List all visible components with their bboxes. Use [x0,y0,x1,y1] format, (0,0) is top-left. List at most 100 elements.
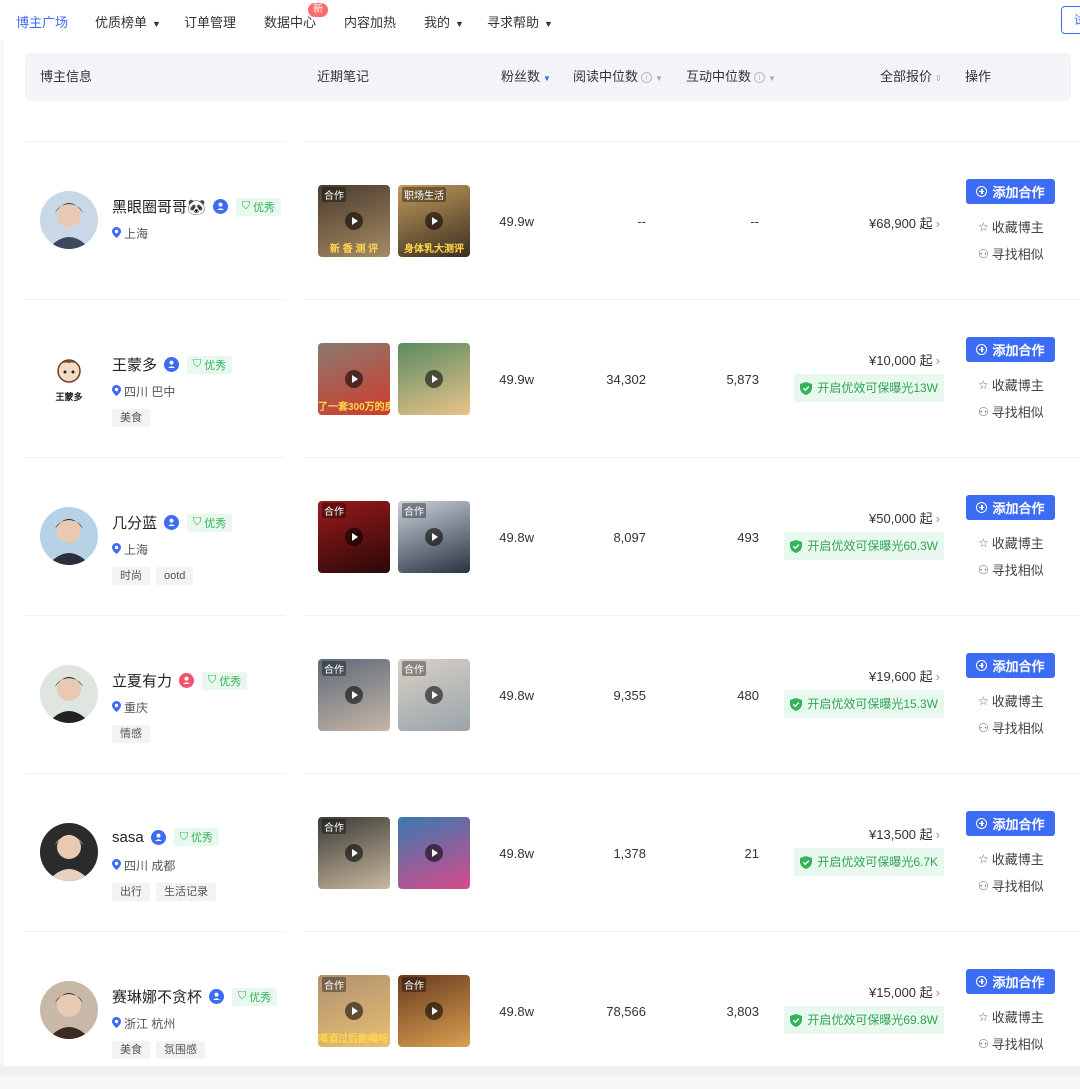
add-cooperation-button[interactable]: 添加合作 [966,337,1055,362]
blogger-name[interactable]: 赛琳娜不贪杯 [112,986,202,1007]
tag-list: 情感 [112,725,150,743]
note-thumbnail[interactable]: 合作 [318,817,390,889]
nav-item-data-center[interactable]: 数据中心新 [264,3,328,31]
header-fans[interactable]: 粉丝数 ▼ [501,53,551,101]
favorite-blogger-button[interactable]: ☆ 收藏博主 [978,533,1044,552]
note-thumbnail[interactable]: 合作 喝酒过后能喝吗? [318,975,390,1047]
note-thumbnail[interactable] [398,343,470,415]
price[interactable]: ¥10,000 起 › [869,350,940,369]
favorite-blogger-button[interactable]: ☆ 收藏博主 [978,375,1044,394]
favorite-blogger-button[interactable]: ☆ 收藏博主 [978,849,1044,868]
play-icon[interactable] [425,528,443,546]
find-similar-button[interactable]: ⚇ 寻找相似 [978,876,1044,895]
play-icon[interactable] [425,1002,443,1020]
price[interactable]: ¥15,000 起 › [869,982,940,1001]
row-divider [304,615,789,616]
sort-icon[interactable]: ▼ [655,74,663,83]
sort-desc-icon[interactable]: ▼ [543,74,551,83]
avatar[interactable]: 王蒙多 [40,349,98,407]
play-icon[interactable] [345,844,363,862]
promo-banner[interactable]: 开启优效可保曝光69.8W [784,1006,944,1034]
play-icon[interactable] [345,686,363,704]
blogger-name[interactable]: 黑眼圈哥哥🐼 [112,196,206,217]
note-thumbnail[interactable]: 职场生活 身体乳大测评 [398,185,470,257]
favorite-blogger-button[interactable]: ☆ 收藏博主 [978,1007,1044,1026]
play-icon[interactable] [425,370,443,388]
play-icon[interactable] [425,844,443,862]
promo-banner[interactable]: 开启优效可保曝光6.7K [794,848,944,876]
promo-banner[interactable]: 开启优效可保曝光60.3W [784,532,944,560]
avatar[interactable] [40,823,98,881]
location: 重庆 [112,699,148,716]
shield-icon: ⛉ [193,358,202,370]
note-thumbnail[interactable]: 合作 [398,501,470,573]
add-cooperation-button[interactable]: 添加合作 [966,495,1055,520]
note-thumbnail[interactable]: 合作 [398,975,470,1047]
note-thumbnail[interactable]: 合作 [398,659,470,731]
note-tag: 合作 [322,661,346,676]
promo-banner[interactable]: 开启优效可保曝光13W [794,374,944,402]
nav-item-help[interactable]: 寻求帮助 ▼ [487,12,553,31]
sort-both-icon[interactable]: ⇕ [935,74,942,83]
nav-item-boost[interactable]: 内容加热 [344,12,396,31]
star-icon: ☆ [978,851,989,866]
shield-icon: ⛉ [193,516,202,528]
header-interact[interactable]: 互动中位数 i ▼ [686,53,776,101]
price[interactable]: ¥50,000 起 › [869,508,940,527]
find-similar-button[interactable]: ⚇ 寻找相似 [978,1034,1044,1053]
price[interactable]: ¥13,500 起 › [869,824,940,843]
add-cooperation-button[interactable]: 添加合作 [966,969,1055,994]
play-icon[interactable] [345,528,363,546]
add-cooperation-button[interactable]: 添加合作 [966,179,1055,204]
favorite-blogger-button[interactable]: ☆ 收藏博主 [978,217,1044,236]
favorite-label: 收藏博主 [991,1010,1044,1025]
header-read[interactable]: 阅读中位数 i ▼ [573,53,663,101]
avatar[interactable] [40,665,98,723]
nav-item-ranking[interactable]: 优质榜单 ▼ [95,12,161,31]
price[interactable]: ¥19,600 起 › [869,666,940,685]
add-cooperation-button[interactable]: 添加合作 [966,653,1055,678]
find-similar-label: 寻找相似 [991,247,1044,262]
row-divider [789,457,1080,458]
nav-right-button[interactable]: 试 [1061,6,1080,34]
avatar[interactable] [40,981,98,1039]
find-similar-button[interactable]: ⚇ 寻找相似 [978,244,1044,263]
verified-user-icon [164,357,180,372]
nav-item-orders[interactable]: 订单管理 [184,12,236,31]
caret-down-icon: ▼ [152,19,161,29]
info-icon[interactable]: i [641,72,653,84]
add-cooperation-button[interactable]: 添加合作 [966,811,1055,836]
info-icon[interactable]: i [754,72,766,84]
promo-banner[interactable]: 开启优效可保曝光15.3W [784,690,944,718]
note-thumbnail[interactable]: 合作 [318,659,390,731]
note-thumbnail[interactable]: 了一套300万的房 [318,343,390,415]
blogger-name[interactable]: sasa [112,829,144,846]
row-divider [789,931,1080,932]
category-tag: 美食 [112,1041,150,1059]
sort-icon[interactable]: ▼ [768,74,776,83]
play-icon[interactable] [425,686,443,704]
find-similar-button[interactable]: ⚇ 寻找相似 [978,402,1044,421]
note-thumbnail[interactable] [398,817,470,889]
nav-item-mine[interactable]: 我的 ▼ [424,12,464,31]
blogger-name[interactable]: 几分蓝 [112,512,157,533]
blogger-name[interactable]: 立夏有力 [112,670,172,691]
price[interactable]: ¥68,900 起 › [869,213,940,232]
avatar[interactable] [40,507,98,565]
location-text: 重庆 [124,701,149,715]
play-icon[interactable] [345,212,363,230]
favorite-blogger-button[interactable]: ☆ 收藏博主 [978,691,1044,710]
blogger-name[interactable]: 王蒙多 [112,354,157,375]
play-icon[interactable] [345,370,363,388]
nav-item-square[interactable]: 博主广场 [16,12,68,31]
favorite-label: 收藏博主 [991,536,1044,551]
note-thumbnail[interactable]: 合作新 香 测 评 [318,185,390,257]
note-thumbnail[interactable]: 合作 [318,501,390,573]
find-similar-button[interactable]: ⚇ 寻找相似 [978,718,1044,737]
header-price[interactable]: 全部报价 ⇕ [880,53,942,101]
find-similar-button[interactable]: ⚇ 寻找相似 [978,560,1044,579]
play-icon[interactable] [345,1002,363,1020]
play-icon[interactable] [425,212,443,230]
tag-list: 美食 氛围感 [112,1041,205,1059]
avatar[interactable] [40,191,98,249]
